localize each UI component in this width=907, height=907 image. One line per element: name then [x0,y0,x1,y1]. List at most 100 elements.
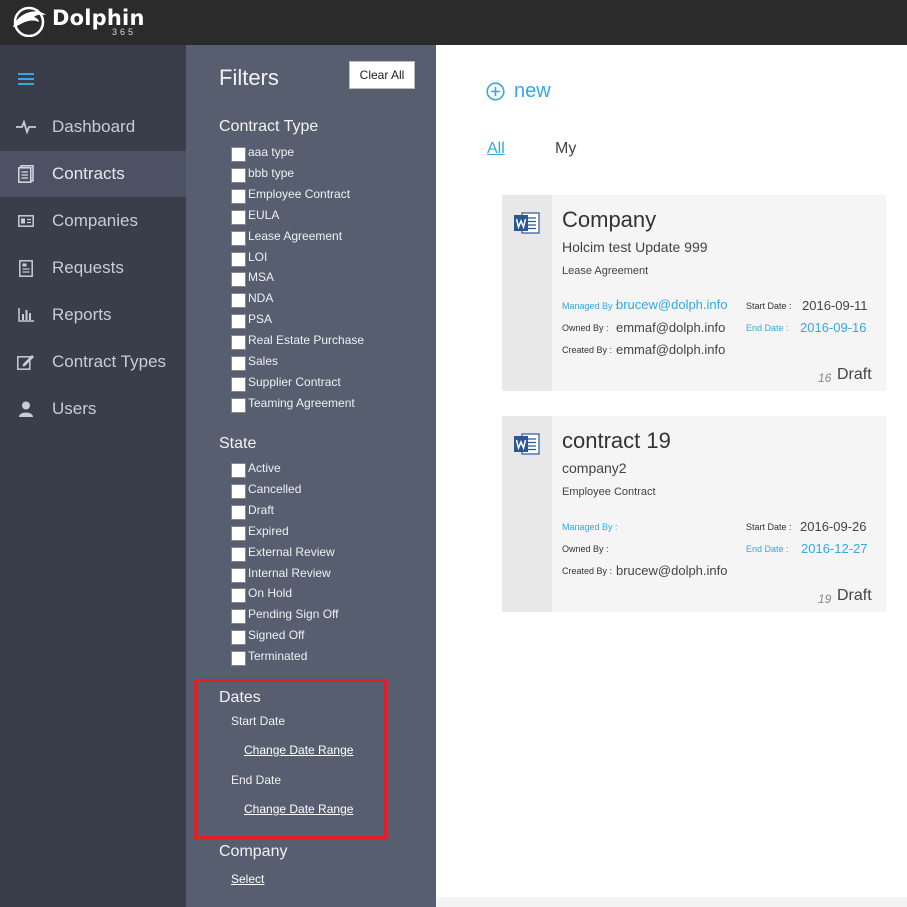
bar-chart-icon [0,308,52,322]
created-by-label: Created By : [562,566,613,576]
filter-option-label: Pending Sign Off [248,607,339,622]
filter-option[interactable]: Supplier Contract [231,372,341,392]
sidebar-item-contracts[interactable]: Contracts [0,151,186,197]
filter-option[interactable]: Real Estate Purchase [231,330,364,351]
dates-heading: Dates [219,689,261,706]
sidebar-item-reports[interactable]: Reports [0,292,186,338]
filter-checkbox[interactable] [231,251,246,267]
sidebar-item-dashboard[interactable]: Dashboard [0,104,186,150]
card-company: company2 [562,460,627,476]
menu-toggle-icon[interactable] [18,73,34,85]
filter-checkbox[interactable] [231,651,246,667]
word-document-icon [514,433,540,455]
app-edition: 365 [112,27,137,37]
card-contract-type: Employee Contract [562,486,656,498]
filter-option[interactable]: MSA [231,267,274,288]
filter-checkbox[interactable] [231,463,246,478]
status-badge: Draft [837,366,872,383]
filter-checkbox[interactable] [231,397,246,413]
sidebar-item-contract-types[interactable]: Contract Types [0,339,186,385]
filter-option[interactable]: Lease Agreement [231,226,342,246]
filter-option-label: External Review [248,544,335,559]
filter-checkbox[interactable] [231,546,246,562]
filter-checkbox[interactable] [231,630,246,646]
filter-checkbox[interactable] [231,504,246,520]
filter-option[interactable]: Terminated [231,646,308,667]
end-date-value: 2016-12-27 [801,541,868,556]
end-date-range-link[interactable]: Change Date Range [244,802,353,816]
filter-checkbox[interactable] [231,567,246,583]
filter-option-label: Teaming Agreement [248,395,355,410]
clear-all-button[interactable]: Clear All [349,61,415,89]
sidebar-item-companies[interactable]: Companies [0,198,186,244]
filter-option[interactable]: LOI [231,247,267,267]
filter-option[interactable]: Teaming Agreement [231,393,355,413]
filter-checkbox[interactable] [231,609,246,625]
filter-checkbox[interactable] [231,588,246,604]
new-contract-button[interactable]: new [486,80,551,103]
app-logo[interactable]: Dolphin 365 [10,5,145,41]
card-title[interactable]: contract 19 [562,428,671,454]
filter-checkbox[interactable] [231,188,246,204]
filter-option[interactable]: EULA [231,205,279,225]
contract-card[interactable]: contract 19 company2 Employee Contract M… [502,416,886,612]
filter-checkbox[interactable] [231,209,246,225]
tab-my[interactable]: My [555,140,576,158]
filter-option-label: Employee Contract [248,186,351,201]
filter-checkbox[interactable] [231,272,246,288]
managed-by-label: Managed By : [562,522,618,532]
filter-option[interactable]: Draft [231,500,274,520]
filter-option[interactable]: Employee Contract [231,184,350,204]
filter-checkbox[interactable] [231,376,246,392]
start-date-range-link[interactable]: Change Date Range [244,743,353,757]
filter-option[interactable]: bbb type [231,163,294,183]
start-date-value: 2016-09-11 [802,298,868,313]
sidebar-item-label: Contracts [52,164,125,183]
filter-checkbox[interactable] [231,167,246,183]
company-select-link[interactable]: Select [231,872,264,886]
owned-by-label: Owned By : [562,544,609,554]
filter-checkbox[interactable] [231,314,246,330]
card-title[interactable]: Company [562,207,656,233]
filter-option[interactable]: Cancelled [231,479,301,499]
card-contract-type: Lease Agreement [562,265,649,277]
filter-checkbox[interactable] [231,147,246,162]
managed-by-value[interactable]: brucew@dolph.info [616,297,727,312]
filter-option[interactable]: Sales [231,351,278,371]
filter-option[interactable]: External Review [231,542,335,562]
created-by-value: brucew@dolph.info [616,563,728,578]
contract-type-heading: Contract Type [219,118,319,135]
contract-card[interactable]: Company Holcim test Update 999 Lease Agr… [502,195,886,391]
owned-by-value: emmaf@dolph.info [616,320,726,335]
filter-option[interactable]: Signed Off [231,625,304,646]
filter-checkbox[interactable] [231,230,246,246]
company-heading: Company [219,843,288,860]
sidebar-nav: Dashboard Contracts Companies Requests R… [0,45,186,907]
filter-checkbox[interactable] [231,483,246,499]
card-number: 16 [818,371,832,385]
filter-option-label: Terminated [248,649,308,664]
filter-option[interactable]: Expired [231,521,289,541]
filter-option[interactable]: Internal Review [231,563,331,583]
filter-option[interactable]: NDA [231,288,273,309]
filter-option-label: PSA [248,312,273,327]
filter-checkbox[interactable] [231,335,246,351]
filter-checkbox[interactable] [231,525,246,541]
filter-option[interactable]: Active [231,458,281,478]
filter-option[interactable]: PSA [231,309,273,330]
filter-checkbox[interactable] [231,356,246,371]
sidebar-item-users[interactable]: Users [0,386,186,432]
filter-option-label: Internal Review [248,565,331,580]
tab-all[interactable]: All [487,140,505,158]
sidebar-item-requests[interactable]: Requests [0,245,186,291]
filter-option[interactable]: Pending Sign Off [231,604,339,625]
filter-option[interactable]: On Hold [231,583,292,604]
top-bar: Dolphin 365 [0,0,907,45]
filter-option-label: bbb type [248,165,295,180]
filter-checkbox[interactable] [231,293,246,309]
filter-option[interactable]: aaa type [231,142,294,162]
word-document-icon [514,212,540,234]
bottom-strip [436,897,907,907]
start-date-value: 2016-09-26 [800,519,867,534]
new-button-label: new [514,80,551,102]
